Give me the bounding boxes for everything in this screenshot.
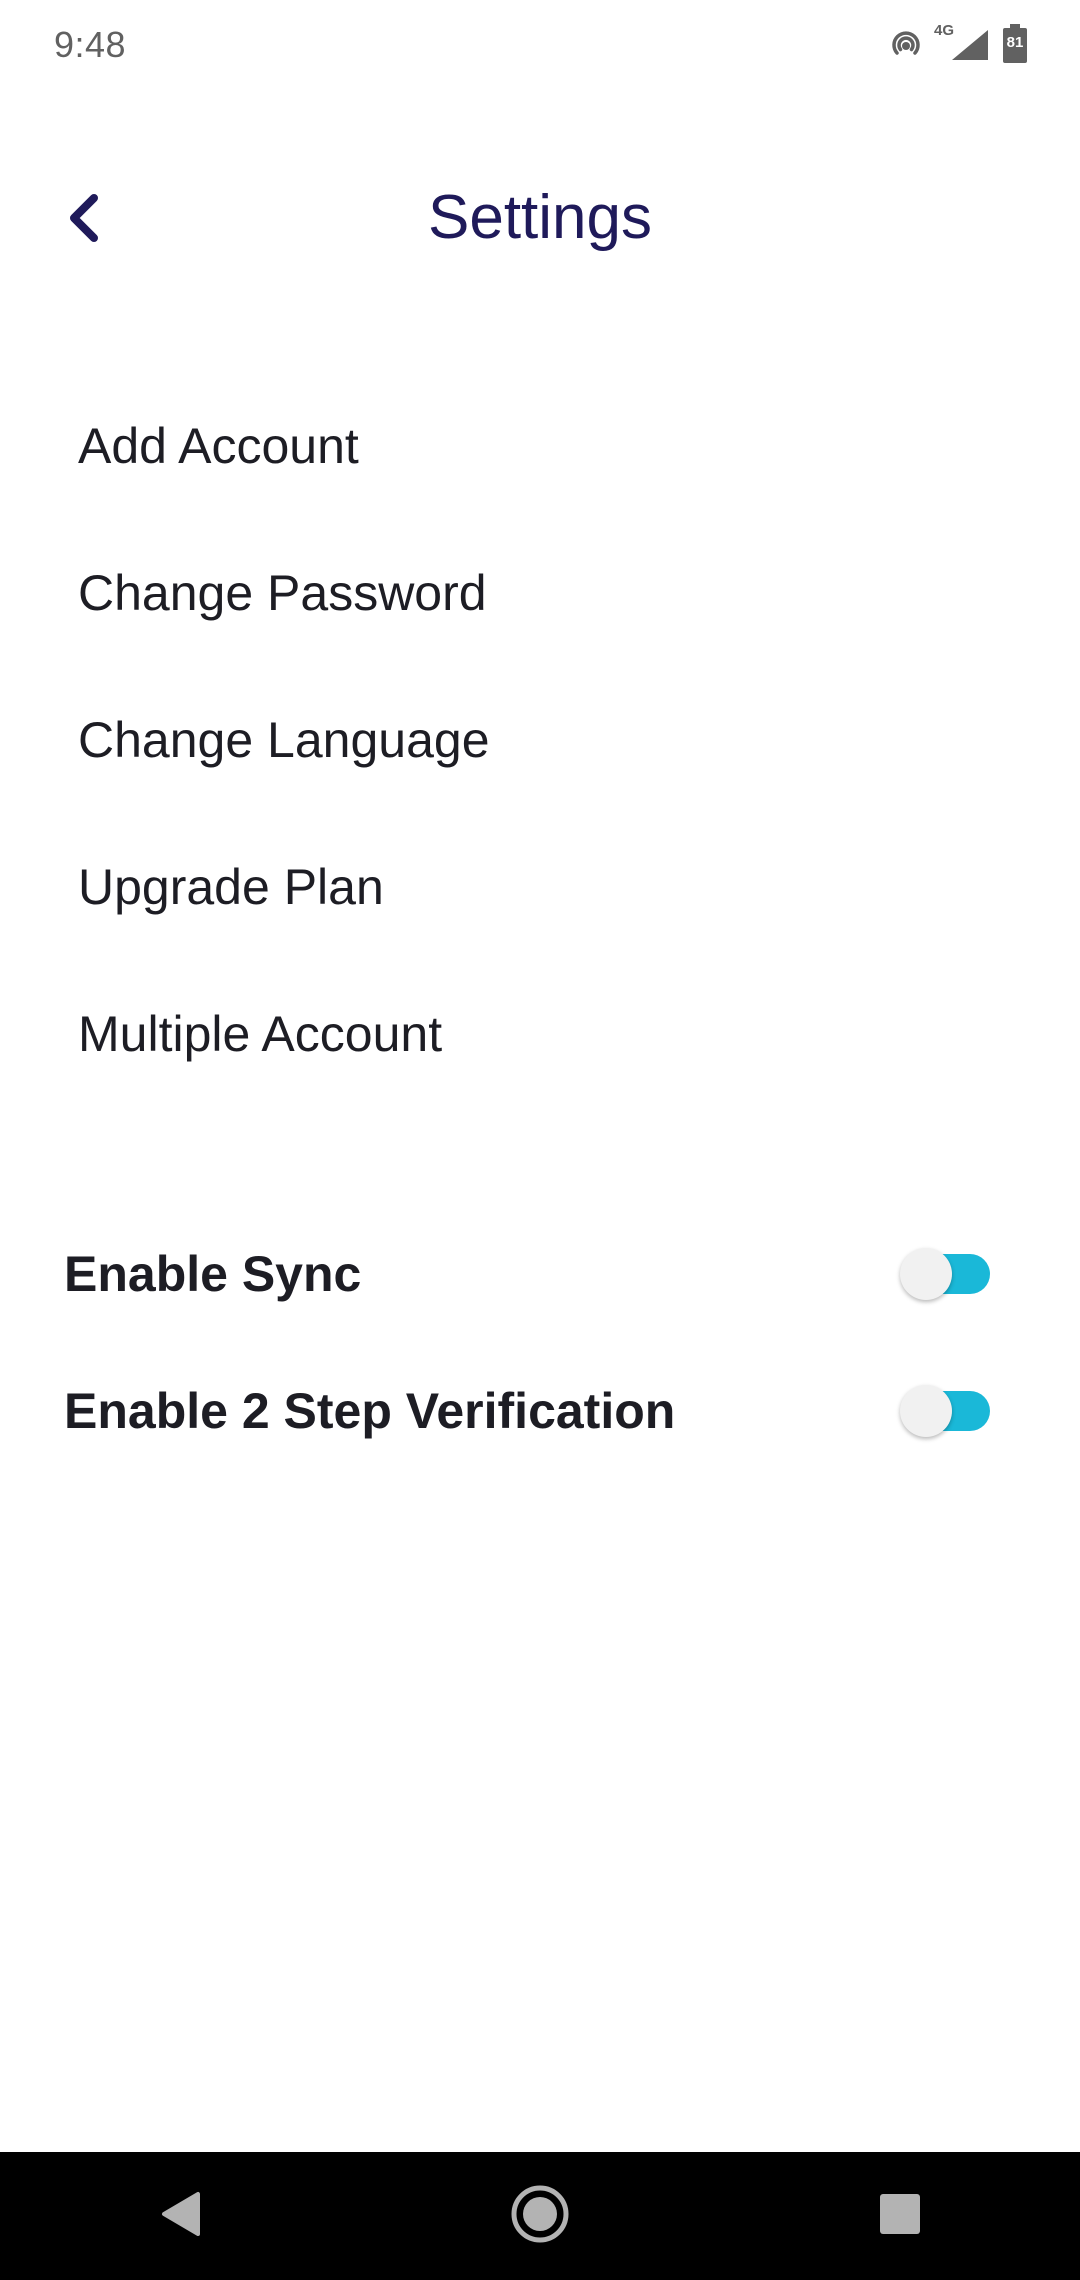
- toggle-row-enable-sync: Enable Sync: [0, 1205, 1080, 1342]
- battery-level: 81: [1006, 34, 1024, 51]
- menu-item-change-password[interactable]: Change Password: [0, 519, 1080, 666]
- toggle-label: Enable 2 Step Verification: [64, 1382, 676, 1439]
- app-header: Settings: [0, 160, 1080, 280]
- enable-sync-switch[interactable]: [900, 1247, 990, 1300]
- status-icons: 4G 81: [888, 22, 1028, 64]
- switch-thumb: [900, 1384, 952, 1437]
- home-circle-icon: [510, 2184, 570, 2249]
- menu-item-label: Multiple Account: [78, 1005, 443, 1062]
- menu-item-label: Upgrade Plan: [78, 858, 384, 915]
- signal-icon: 4G: [934, 22, 992, 62]
- switch-thumb: [900, 1247, 952, 1300]
- menu-item-multiple-account[interactable]: Multiple Account: [0, 960, 1080, 1107]
- status-bar: 9:48 4G 81: [0, 0, 1080, 92]
- toggle-row-enable-2-step-verification: Enable 2 Step Verification: [0, 1342, 1080, 1479]
- status-time: 9:48: [54, 24, 127, 65]
- menu-item-add-account[interactable]: Add Account: [0, 372, 1080, 519]
- settings-menu-list: Add Account Change Password Change Langu…: [0, 372, 1080, 1107]
- hotspot-icon: [888, 26, 924, 62]
- nav-home-button[interactable]: [480, 2156, 600, 2276]
- menu-item-label: Change Language: [78, 711, 490, 768]
- toggle-settings-list: Enable Sync Enable 2 Step Verification: [0, 1205, 1080, 1479]
- enable-2-step-verification-switch[interactable]: [900, 1384, 990, 1437]
- system-navigation-bar: [0, 2152, 1080, 2280]
- back-triangle-icon: [158, 2190, 202, 2243]
- menu-item-label: Add Account: [78, 417, 359, 474]
- recents-square-icon: [878, 2192, 922, 2241]
- menu-item-upgrade-plan[interactable]: Upgrade Plan: [0, 813, 1080, 960]
- nav-back-button[interactable]: [120, 2156, 240, 2276]
- menu-item-change-language[interactable]: Change Language: [0, 666, 1080, 813]
- battery-icon: 81: [1002, 24, 1028, 64]
- toggle-label: Enable Sync: [64, 1245, 362, 1302]
- menu-item-label: Change Password: [78, 564, 487, 621]
- page-title: Settings: [427, 183, 653, 252]
- nav-recents-button[interactable]: [840, 2156, 960, 2276]
